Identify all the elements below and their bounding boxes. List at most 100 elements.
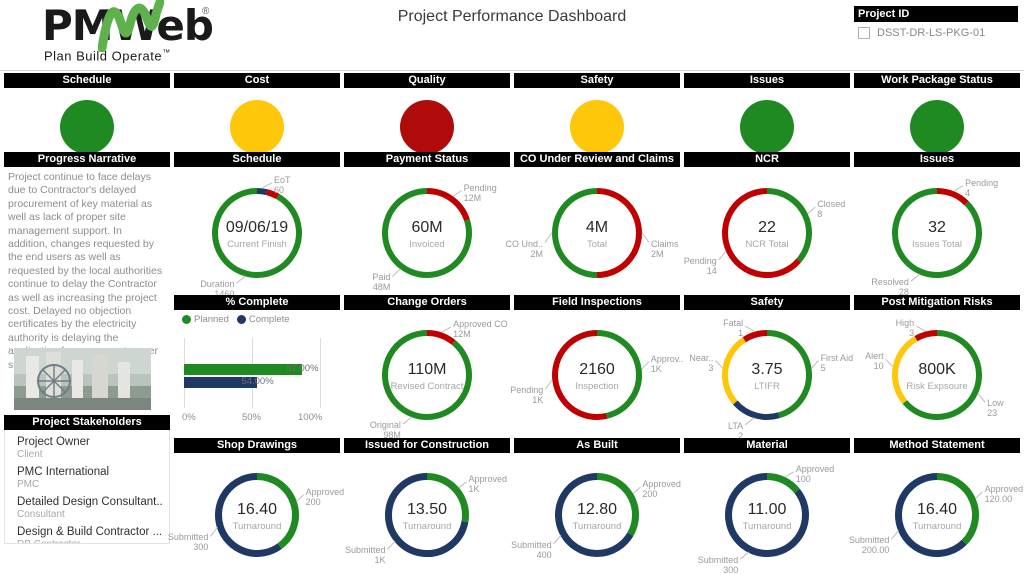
donut-segment [722,336,747,404]
panel-title: Change Orders [344,295,510,310]
panel-material: Material 11.00 Turnaround Approved 100 Submit… [684,438,850,575]
stakeholders-list[interactable]: Project Owner Client PMC International PMC D… [4,430,170,544]
donut-wrap: 800K Risk Expsoure Low 23 Alert 10 High 3 [854,310,1020,435]
bar-planned [184,364,303,375]
project-id-filter[interactable]: Project ID DSST-DR-LS-PKG-01 [854,6,1018,39]
donut-center-label: Current Finish [227,239,287,250]
donut-segment [426,187,470,221]
donut-center-value: 4M [586,219,608,236]
donut-wrap: 16.40 Turnaround Approved 200 Submitted 300 [168,453,344,572]
donut-center-value: 13.50 [407,501,447,518]
x-axis-tick: 100% [298,412,323,423]
donut-slice-label: Near.. 3 [689,352,714,373]
stakeholder-role: DB Contractor [17,539,163,543]
donut-chart: 800K Risk Expsoure [892,329,982,420]
donut-wrap: 11.00 Turnaround Approved 100 Submitted 300 [684,453,850,575]
donut-slice-label: Fatal 1 [723,318,744,339]
donut-center-label: Total [587,239,607,250]
panel-post-mitigation-risks: Post Mitigation Risks 800K Risk Expsoure Lo… [854,295,1020,435]
panel-body: Planned Complete 87.00% 54.00% 0% 50% 100% [174,310,340,435]
stakeholder-item[interactable]: Project Owner Client [5,433,169,463]
panel-body: 09/06/19Current FinishEoT60Duration1460 [174,167,340,299]
panel-title: Method Statement [854,438,1020,453]
gridline [320,338,321,408]
kpi-title: Safety [514,73,680,88]
panel-title: NCR [684,152,850,167]
donut-segment [936,187,969,206]
stakeholder-role: Consultant [17,509,65,520]
donut-chart: 11.00 Turnaround [725,472,809,557]
donut-segment [426,329,456,345]
stakeholder-role: Client [17,449,43,460]
donut-slice-label: Alert 10 [865,351,884,372]
logo-tagline: Plan Build Operate™ [44,48,171,63]
panel-co-under-review-and-claims: CO Under Review and Claims 4M Total Claims 2… [505,152,680,294]
donut-chart: 22 NCR Total [722,187,812,278]
donut-center-label: Revised Contract [391,381,464,392]
progress-narrative-text: Project continue to face delays due to C… [8,171,163,371]
project-id-filter-label: Project ID [854,6,1018,22]
panel-kpi-safety: Safety [514,73,680,154]
panel-title: As Built [514,438,680,453]
panel-kpi-quality: Quality [344,73,510,154]
donut-center-label: Inspection [575,381,618,392]
project-site-photo [14,348,151,410]
status-indicator-red [400,100,454,154]
panel-payment-status: Payment Status 60M Invoiced Pending 12M Paid 4… [344,152,510,294]
panel-schedule: Schedule 09/06/19 Current Finish EoT 60 Durat… [174,152,340,299]
panel-title: Material [684,438,850,453]
donut-chart: 16.40 Turnaround [895,472,979,557]
panel-title: Safety [684,295,850,310]
panel-title: Issued for Construction [344,438,510,453]
donut-wrap: 09/06/19Current FinishEoT60Duration1460 [174,167,340,299]
donut-center-value: 16.40 [237,501,277,518]
panel-body: 11.00 Turnaround Approved 100 Submitted 300 [684,453,850,575]
donut-slice-label: Submitted 300 [697,555,739,575]
panel-body: 4M Total Claims 2M CO Und.. 2M [505,167,680,294]
donut-slice-label: Submitted 200.00 [848,535,890,556]
panel-title: Schedule [174,152,340,167]
donut-slice-label: Pending 12M [463,182,497,203]
status-indicator-green [60,100,114,154]
panel-project-stakeholders: Project Stakeholders Project Owner Client… [4,415,170,568]
panel-body: 16.40 Turnaround Approved 200 Submitted 300 [168,453,344,572]
stakeholder-item[interactable]: Detailed Design Consultant... Consultant [5,493,169,523]
panel-body: 2160 Inspection Approv.. 1K Pending 1K [510,310,684,435]
x-axis-tick: 50% [242,412,262,423]
donut-slice-label: Closed 8 [817,199,846,220]
donut-wrap: 60M Invoiced Pending 12M Paid 48M [344,167,510,294]
donut-chart: 32 Issues Total [892,187,982,278]
dashboard-root: PMWeb ® Plan Build Operate™ Project Perf… [0,0,1024,575]
donut-center-value: 09/06/19 [226,219,288,236]
panel-complete: % Complete Planned Complete 87.00% 54.00% 0% 5… [174,295,340,435]
donut-slice-label: First Aid 5 [820,352,854,373]
bar-value-label: 54.00% [241,376,274,387]
panel-title: Shop Drawings [174,438,340,453]
project-id-checkbox[interactable] [858,27,870,39]
project-stakeholders-title: Project Stakeholders [4,415,170,430]
donut-chart: 110M Revised Contract [382,329,472,420]
kpi-body [854,88,1020,154]
donut-slice-label: Low 23 [987,398,1004,419]
panel-body: 60M Invoiced Pending 12M Paid 48M [344,167,510,294]
stakeholder-item[interactable]: PMC International PMC [5,463,169,493]
project-id-filter-option[interactable]: DSST-DR-LS-PKG-01 [854,22,1018,39]
donut-center-label: Turnaround [233,521,282,532]
kpi-title: Work Package Status [854,73,1020,88]
panel-kpi-issues: Issues [684,73,850,154]
donut-center-value: 11.00 [748,501,787,518]
donut-segment [256,187,268,195]
stakeholder-item[interactable]: Design & Build Contractor ...DB Contract… [5,523,169,543]
stakeholder-role: PMC [17,479,40,490]
donut-chart: 13.50 Turnaround [385,472,469,557]
panel-progress-narrative: Progress Narrative Project continue to f… [4,152,170,371]
kpi-title: Quality [344,73,510,88]
donut-wrap: 110M Revised Contract Approved CO 12M Origin… [344,310,510,440]
donut-slice-label: Approved CO 12M [453,318,508,339]
donut-chart: 4M Total [552,187,642,278]
panel-title: % Complete [174,295,340,310]
panel-kpi-schedule: Schedule [4,73,170,154]
donut-segment [914,329,938,341]
donut-wrap: 16.40 Turnaround Approved 120.00 Submitted 20… [849,453,1023,572]
panel-as-built: As Built 12.80 Turnaround Approved 200 Submit… [511,438,681,572]
